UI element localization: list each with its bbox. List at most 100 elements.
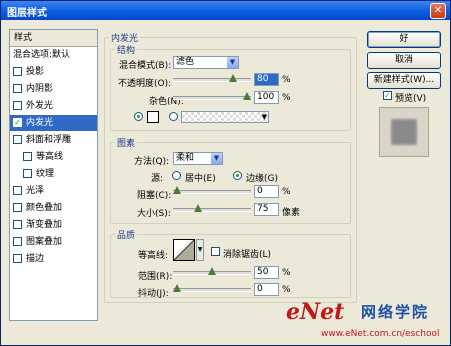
choke-input[interactable]: 0 bbox=[254, 185, 279, 198]
sidebar-item-checkbox[interactable] bbox=[13, 135, 22, 144]
sidebar-item-label: 外发光 bbox=[26, 101, 54, 111]
source-center-radio[interactable] bbox=[172, 171, 181, 180]
sidebar-item-checkbox[interactable] bbox=[13, 220, 22, 229]
opacity-unit: % bbox=[282, 75, 291, 85]
sidebar-header-label: 样式 bbox=[14, 33, 33, 43]
antialias-label: 消除锯齿(L) bbox=[223, 250, 272, 260]
opacity-input[interactable]: 80 bbox=[254, 73, 279, 86]
style-preview-thumbnail bbox=[379, 107, 429, 157]
sidebar-item-label: 渐变叠加 bbox=[26, 220, 63, 230]
sidebar-item-label: 混合选项:默认 bbox=[13, 50, 71, 60]
new-style-button[interactable]: 新建样式(W)... bbox=[367, 72, 441, 89]
watermark-site-name: 网络学院 bbox=[361, 303, 430, 321]
sidebar-item-checkbox[interactable] bbox=[23, 169, 32, 178]
sidebar-item-label: 描边 bbox=[26, 254, 45, 264]
watermark-logo: eNet bbox=[286, 299, 345, 325]
sidebar-item[interactable]: 外发光 bbox=[10, 98, 97, 114]
sidebar-item-label: 斜面和浮雕 bbox=[26, 135, 72, 145]
source-edge-label: 边缘(G) bbox=[246, 174, 278, 184]
sidebar-item[interactable]: ✓ 内发光 bbox=[10, 115, 97, 131]
method-select[interactable]: 柔和 ▼ bbox=[173, 152, 223, 165]
style-preview-swatch bbox=[390, 118, 418, 146]
range-unit: % bbox=[282, 268, 291, 278]
size-slider-thumb[interactable] bbox=[194, 204, 202, 212]
sidebar-item-checkbox[interactable]: ✓ bbox=[13, 118, 22, 127]
range-label: 范围(R): bbox=[138, 272, 173, 282]
opacity-slider[interactable] bbox=[173, 73, 251, 85]
contour-label: 等高线: bbox=[138, 251, 169, 261]
noise-slider-thumb[interactable] bbox=[243, 92, 251, 100]
sidebar-item-checkbox[interactable] bbox=[13, 237, 22, 246]
sidebar-item[interactable]: 渐变叠加 bbox=[10, 217, 97, 233]
preview-label: 预览(V) bbox=[395, 94, 427, 104]
sidebar-item-checkbox[interactable] bbox=[13, 254, 22, 263]
choke-slider-thumb[interactable] bbox=[173, 186, 181, 194]
antialias-checkbox[interactable] bbox=[211, 247, 220, 256]
chevron-down-icon: ▼ bbox=[261, 113, 267, 121]
sidebar-item[interactable]: 混合选项:默认 bbox=[10, 47, 97, 63]
sidebar-item[interactable]: 颜色叠加 bbox=[10, 200, 97, 216]
sidebar-item[interactable]: 斜面和浮雕 bbox=[10, 132, 97, 148]
size-input[interactable]: 75 bbox=[254, 203, 279, 216]
preview-checkbox[interactable]: ✓ bbox=[383, 91, 392, 100]
watermark-url: www.eNet.com.cn/eschool bbox=[321, 329, 440, 339]
styles-sidebar: 样式 混合选项:默认投影内阴影外发光 ✓ 内发光斜面和浮雕等高线 纹理 光泽颜色叠加渐变… bbox=[9, 29, 98, 321]
blend-mode-select[interactable]: 滤色 ▼ bbox=[173, 56, 239, 69]
jitter-input[interactable]: 0 bbox=[254, 283, 279, 296]
range-input[interactable]: 50 bbox=[254, 266, 279, 279]
sidebar-header[interactable]: 样式 bbox=[10, 30, 97, 47]
range-slider[interactable] bbox=[173, 266, 251, 278]
cancel-button[interactable]: 取消 bbox=[367, 52, 441, 69]
gradient-radio[interactable] bbox=[169, 112, 178, 121]
noise-input[interactable]: 100 bbox=[254, 91, 279, 104]
jitter-slider[interactable] bbox=[173, 283, 251, 295]
jitter-slider-track bbox=[173, 288, 251, 292]
jitter-label: 抖动(J): bbox=[138, 289, 169, 299]
chevron-down-icon: ▼ bbox=[227, 57, 238, 68]
sidebar-item[interactable]: 纹理 bbox=[10, 166, 97, 182]
opacity-slider-thumb[interactable] bbox=[229, 74, 237, 82]
sidebar-item[interactable]: 内阴影 bbox=[10, 81, 97, 97]
size-slider-track bbox=[173, 208, 251, 212]
glow-color-swatch[interactable] bbox=[147, 111, 159, 123]
sidebar-item-label: 内发光 bbox=[26, 118, 54, 128]
blend-mode-value: 滤色 bbox=[176, 57, 195, 67]
noise-slider-track bbox=[173, 96, 251, 100]
ok-button[interactable]: 好 bbox=[367, 31, 441, 48]
contour-curve-icon bbox=[174, 240, 194, 260]
sidebar-item[interactable]: 图案叠加 bbox=[10, 234, 97, 250]
sidebar-item-checkbox[interactable] bbox=[13, 84, 22, 93]
elements-title: 图素 bbox=[115, 136, 138, 149]
contour-picker[interactable] bbox=[173, 239, 195, 261]
noise-slider[interactable] bbox=[173, 91, 251, 103]
blend-mode-label: 混合模式(B): bbox=[119, 61, 172, 71]
sidebar-item-checkbox[interactable] bbox=[13, 67, 22, 76]
glow-gradient-picker[interactable]: ▼ bbox=[181, 111, 269, 123]
title-bar[interactable]: 图层样式 ✕ bbox=[1, 1, 450, 20]
sidebar-item-checkbox[interactable] bbox=[13, 203, 22, 212]
contour-dropdown-button[interactable]: ▼ bbox=[196, 239, 204, 261]
sidebar-item-checkbox[interactable] bbox=[23, 152, 32, 161]
solid-color-radio[interactable] bbox=[134, 112, 143, 121]
sidebar-item-label: 颜色叠加 bbox=[26, 203, 63, 213]
size-unit: 像素 bbox=[282, 208, 301, 218]
sidebar-item[interactable]: 光泽 bbox=[10, 183, 97, 199]
jitter-unit: % bbox=[282, 285, 291, 295]
sidebar-item-label: 图案叠加 bbox=[26, 237, 63, 247]
range-slider-thumb[interactable] bbox=[208, 267, 216, 275]
close-button[interactable]: ✕ bbox=[430, 3, 446, 19]
opacity-label: 不透明度(O): bbox=[118, 79, 172, 89]
jitter-slider-thumb[interactable] bbox=[173, 284, 181, 292]
choke-slider-track bbox=[173, 190, 251, 194]
size-slider[interactable] bbox=[173, 203, 251, 215]
method-label: 方法(Q): bbox=[134, 157, 170, 167]
source-edge-radio[interactable] bbox=[233, 171, 242, 180]
sidebar-item-checkbox[interactable] bbox=[13, 101, 22, 110]
sidebar-item[interactable]: 描边 bbox=[10, 251, 97, 267]
sidebar-item-checkbox[interactable] bbox=[13, 186, 22, 195]
sidebar-item[interactable]: 等高线 bbox=[10, 149, 97, 165]
sidebar-item-label: 投影 bbox=[26, 67, 45, 77]
sidebar-item[interactable]: 投影 bbox=[10, 64, 97, 80]
chevron-down-icon: ▼ bbox=[211, 153, 222, 164]
choke-slider[interactable] bbox=[173, 185, 251, 197]
